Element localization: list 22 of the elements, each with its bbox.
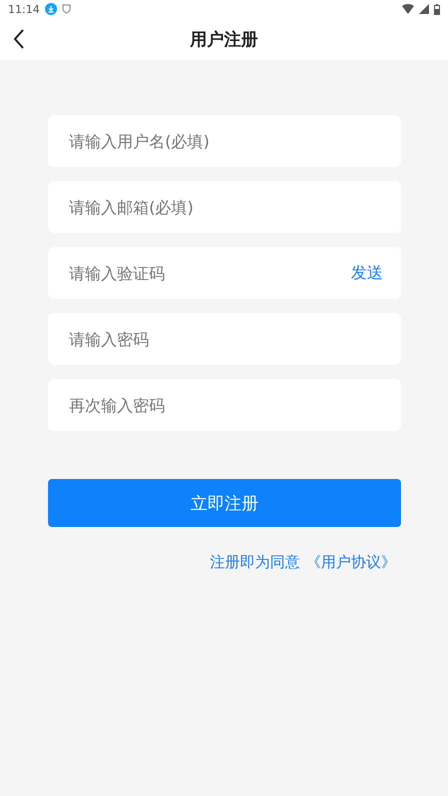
battery-icon <box>434 4 440 14</box>
text-input[interactable]: 请输入邮箱(必填) <box>67 196 383 218</box>
text-input[interactable]: 请输入密码 <box>67 328 383 350</box>
text-input[interactable]: 请输入验证码 <box>67 262 351 284</box>
text-input[interactable]: 再次输入密码 <box>67 394 383 416</box>
register-button[interactable]: 立即注册 <box>48 479 401 527</box>
agreement-text: 注册即为同意 <box>210 553 300 572</box>
input-field[interactable]: 请输入邮箱(必填) <box>48 181 401 233</box>
status-time: 11:14 <box>8 2 40 16</box>
input-field[interactable]: 请输入用户名(必填) <box>48 115 401 167</box>
page-title: 用户注册 <box>190 28 258 50</box>
text-input[interactable]: 请输入用户名(必填) <box>67 130 383 152</box>
input-field[interactable]: 请输入密码 <box>48 313 401 365</box>
input-field[interactable]: 再次输入密码 <box>48 379 401 431</box>
input-field[interactable]: 请输入验证码 发送 <box>48 247 401 299</box>
download-icon <box>44 3 57 15</box>
shield-icon <box>62 4 71 14</box>
signal-icon <box>419 4 429 14</box>
send-code-button[interactable]: 发送 <box>351 262 383 284</box>
back-icon <box>12 28 26 50</box>
user-agreement-link[interactable]: 《用户协议》 <box>306 553 396 572</box>
wifi-icon <box>402 4 414 14</box>
